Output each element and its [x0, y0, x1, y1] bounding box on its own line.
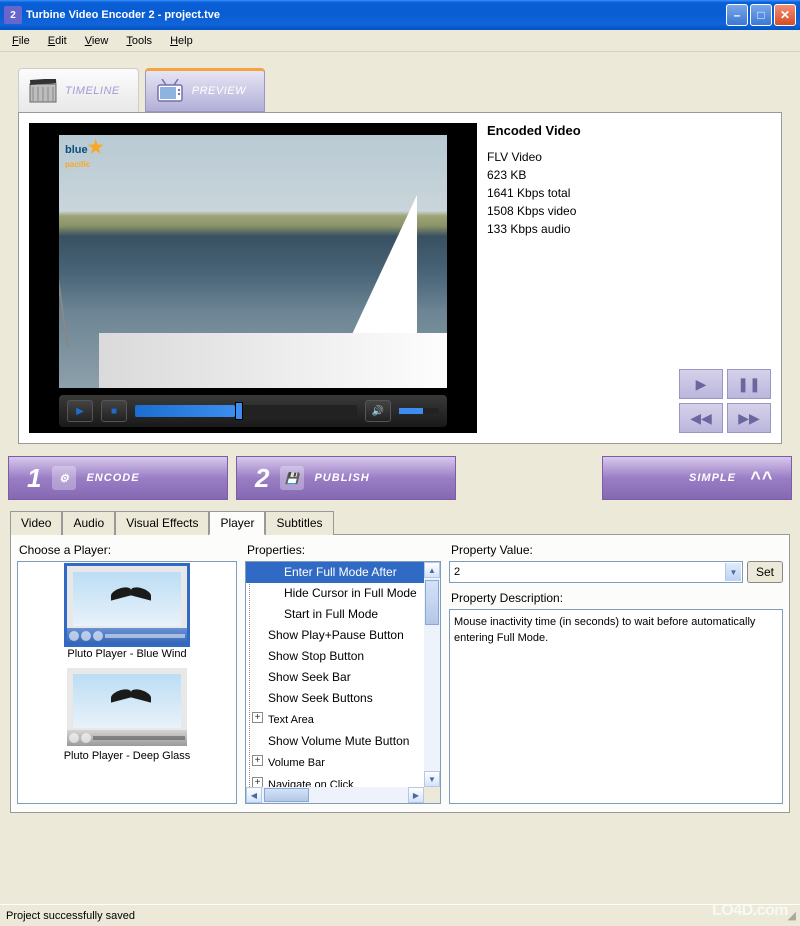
tab-preview-label: PREVIEW: [192, 85, 246, 97]
properties-vscrollbar[interactable]: ▲▼: [424, 562, 440, 787]
tab-timeline-label: TIMELINE: [65, 85, 120, 97]
subtab-audio[interactable]: Audio: [62, 511, 115, 535]
gears-icon: ⚙: [52, 466, 76, 490]
prop-show-volume-mute[interactable]: Show Volume Mute Button: [246, 731, 424, 752]
prop-enter-full-mode[interactable]: Enter Full Mode After: [246, 562, 424, 583]
set-button[interactable]: Set: [747, 561, 783, 583]
menu-tools[interactable]: Tools: [118, 33, 160, 49]
video-controls: ▶ ■ 🔊: [59, 395, 447, 427]
prop-show-seek-buttons[interactable]: Show Seek Buttons: [246, 688, 424, 709]
step-publish[interactable]: 2 💾 PUBLISH: [236, 456, 456, 500]
properties-hscrollbar[interactable]: ◀▶: [246, 787, 424, 803]
menu-view[interactable]: View: [77, 33, 117, 49]
prop-show-seek-bar[interactable]: Show Seek Bar: [246, 667, 424, 688]
video-play-button[interactable]: ▶: [67, 400, 93, 422]
video-seek-bar[interactable]: [135, 405, 357, 417]
subtab-visual-effects[interactable]: Visual Effects: [115, 511, 209, 535]
status-text: Project successfully saved: [6, 910, 135, 922]
video-volume-slider[interactable]: [399, 408, 439, 414]
properties-tree: Enter Full Mode After Hide Cursor in Ful…: [245, 561, 441, 804]
preview-play-button[interactable]: ▶: [679, 369, 723, 399]
preview-rewind-button[interactable]: ◀◀: [679, 403, 723, 433]
site-watermark: LO4D.com: [712, 902, 788, 920]
preview-forward-button[interactable]: ▶▶: [727, 403, 771, 433]
preview-panel: blue★ pacific ▶ ■ 🔊 Encoded Video FLV Vi…: [18, 112, 782, 444]
choose-player-label: Choose a Player:: [19, 543, 237, 557]
main-tab-bar: TIMELINE PREVIEW: [18, 68, 782, 112]
info-audio-bitrate: 133 Kbps audio: [487, 220, 771, 238]
player-item-deep-glass[interactable]: Pluto Player - Deep Glass: [22, 668, 232, 762]
window-title: Turbine Video Encoder 2 - project.tve: [26, 9, 220, 21]
menu-file[interactable]: File: [4, 33, 38, 49]
maximize-button[interactable]: □: [750, 4, 772, 26]
tab-timeline[interactable]: TIMELINE: [18, 68, 139, 112]
player-item-blue-wind[interactable]: Pluto Player - Blue Wind: [22, 566, 232, 660]
property-value-combobox[interactable]: 2 ▼: [449, 561, 743, 583]
prop-start-full-mode[interactable]: Start in Full Mode: [246, 604, 424, 625]
prop-text-area[interactable]: +Text Area: [246, 709, 424, 731]
property-description-box: Mouse inactivity time (in seconds) to wa…: [449, 609, 783, 804]
tab-preview[interactable]: PREVIEW: [145, 68, 265, 112]
mode-toggle-simple[interactable]: SIMPLE ^^: [602, 456, 792, 500]
video-watermark-logo: blue★ pacific: [65, 141, 104, 171]
tv-icon: [156, 79, 184, 103]
step-encode[interactable]: 1 ⚙ ENCODE: [8, 456, 228, 500]
video-frame: blue★ pacific: [59, 135, 447, 388]
clapperboard-icon: [29, 79, 57, 103]
prop-navigate-on-click[interactable]: +Navigate on Click: [246, 774, 424, 787]
workflow-bar: 1 ⚙ ENCODE 2 💾 PUBLISH SIMPLE ^^: [8, 456, 792, 500]
property-value-label: Property Value:: [451, 543, 783, 557]
menu-bar: File Edit View Tools Help: [0, 30, 800, 52]
info-format: FLV Video: [487, 148, 771, 166]
encoded-video-heading: Encoded Video: [487, 123, 771, 138]
info-size: 623 KB: [487, 166, 771, 184]
player-settings-panel: Choose a Player: Pluto Player - Blue Win…: [10, 535, 790, 813]
subtab-video[interactable]: Video: [10, 511, 62, 535]
menu-help[interactable]: Help: [162, 33, 201, 49]
prop-show-play-pause[interactable]: Show Play+Pause Button: [246, 625, 424, 646]
player-list[interactable]: Pluto Player - Blue Wind Pluto Player - …: [17, 561, 237, 804]
info-video-bitrate: 1508 Kbps video: [487, 202, 771, 220]
prop-volume-bar[interactable]: +Volume Bar: [246, 752, 424, 774]
prop-hide-cursor[interactable]: Hide Cursor in Full Mode: [246, 583, 424, 604]
preview-pause-button[interactable]: ❚❚: [727, 369, 771, 399]
disk-icon: 💾: [280, 466, 304, 490]
property-description-label: Property Description:: [451, 591, 783, 605]
subtab-player[interactable]: Player: [209, 511, 265, 535]
minimize-button[interactable]: –: [726, 4, 748, 26]
subtab-subtitles[interactable]: Subtitles: [265, 511, 333, 535]
resize-grip-icon[interactable]: ◢: [788, 909, 794, 922]
window-titlebar: Turbine Video Encoder 2 - project.tve – …: [0, 0, 800, 30]
prop-show-stop[interactable]: Show Stop Button: [246, 646, 424, 667]
video-volume-button[interactable]: 🔊: [365, 400, 391, 422]
dropdown-arrow-icon[interactable]: ▼: [725, 563, 741, 581]
player-thumbnail: [67, 566, 187, 644]
settings-tab-bar: Video Audio Visual Effects Player Subtit…: [10, 510, 790, 535]
menu-edit[interactable]: Edit: [40, 33, 75, 49]
video-player: blue★ pacific ▶ ■ 🔊: [29, 123, 477, 433]
video-stop-button[interactable]: ■: [101, 400, 127, 422]
properties-label: Properties:: [247, 543, 441, 557]
status-bar: Project successfully saved ◢: [0, 904, 800, 926]
info-total-bitrate: 1641 Kbps total: [487, 184, 771, 202]
chevron-up-icon: ^^: [750, 468, 773, 489]
app-icon: [4, 6, 22, 24]
player-thumbnail: [67, 668, 187, 746]
close-button[interactable]: ✕: [774, 4, 796, 26]
